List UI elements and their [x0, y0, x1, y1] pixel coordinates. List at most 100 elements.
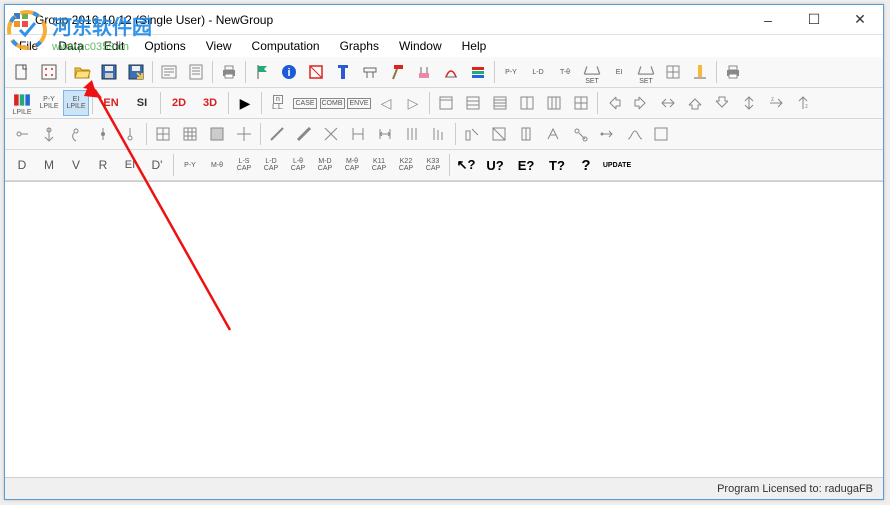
tool37-icon[interactable] [621, 121, 647, 147]
pile-icon[interactable] [330, 59, 356, 85]
new-group-icon[interactable] [36, 59, 62, 85]
md-cap-btn[interactable]: M-DCAP [312, 152, 338, 178]
flag-icon[interactable] [249, 59, 275, 85]
pt1-icon[interactable] [9, 121, 35, 147]
minimize-button[interactable]: – [745, 5, 791, 35]
dprime-btn[interactable]: D' [144, 152, 170, 178]
si-btn[interactable]: SI [127, 90, 157, 116]
arrow4-icon[interactable] [682, 90, 708, 116]
menu-graphs[interactable]: Graphs [332, 37, 387, 55]
arrow7-icon[interactable]: z [763, 90, 789, 116]
menu-data[interactable]: Data [50, 37, 91, 55]
pt5-icon[interactable] [117, 121, 143, 147]
title-icon[interactable] [156, 59, 182, 85]
k22-btn[interactable]: K22CAP [393, 152, 419, 178]
tool38-icon[interactable] [648, 121, 674, 147]
2d-btn[interactable]: 2D [164, 90, 194, 116]
tool33-icon[interactable] [513, 121, 539, 147]
info-icon[interactable]: i [276, 59, 302, 85]
uq-btn[interactable]: U? [480, 152, 510, 178]
q-btn[interactable]: ? [573, 152, 599, 178]
en-btn[interactable]: EN [96, 90, 126, 116]
view5-icon[interactable] [541, 90, 567, 116]
ltheta-cap-btn[interactable]: L-θCAP [285, 152, 311, 178]
nll-btn[interactable]: nL.L. [265, 90, 291, 116]
cap-icon[interactable] [357, 59, 383, 85]
dim2-icon[interactable] [372, 121, 398, 147]
ttheta-btn[interactable]: T-θ [552, 59, 578, 85]
eq-btn[interactable]: E? [511, 152, 541, 178]
tool35-icon[interactable] [567, 121, 593, 147]
maximize-button[interactable]: ☐ [791, 5, 837, 35]
ld-btn[interactable]: L-D [525, 59, 551, 85]
m-btn[interactable]: M [36, 152, 62, 178]
menu-help[interactable]: Help [454, 37, 495, 55]
tool31-icon[interactable] [459, 121, 485, 147]
prev-icon[interactable]: ◁ [373, 90, 399, 116]
py-btn[interactable]: P-Y [498, 59, 524, 85]
pile-mark-icon[interactable] [687, 59, 713, 85]
case-btn[interactable]: CASE [292, 90, 318, 116]
tool36-icon[interactable] [594, 121, 620, 147]
comb-btn[interactable]: COMB [319, 90, 345, 116]
open-icon[interactable] [69, 59, 95, 85]
tool17-icon[interactable] [438, 59, 464, 85]
menu-view[interactable]: View [198, 37, 240, 55]
arrow3-icon[interactable] [655, 90, 681, 116]
dim3-icon[interactable] [399, 121, 425, 147]
update-btn[interactable]: UPDATE [600, 152, 634, 178]
grid2-icon[interactable] [150, 121, 176, 147]
cross-icon[interactable] [231, 121, 257, 147]
run-icon[interactable]: ▶ [232, 90, 258, 116]
pt2-icon[interactable] [36, 121, 62, 147]
line1-icon[interactable] [264, 121, 290, 147]
tool16-icon[interactable] [411, 59, 437, 85]
3d-btn[interactable]: 3D [195, 90, 225, 116]
pt4-icon[interactable] [90, 121, 116, 147]
tool32-icon[interactable] [486, 121, 512, 147]
arrow2-icon[interactable] [628, 90, 654, 116]
k33-btn[interactable]: K33CAP [420, 152, 446, 178]
arrow6-icon[interactable] [736, 90, 762, 116]
ei2-btn[interactable]: EI [117, 152, 143, 178]
grid1-icon[interactable] [660, 59, 686, 85]
set1-btn[interactable]: SET [579, 59, 605, 85]
save-icon[interactable] [96, 59, 122, 85]
shade-icon[interactable] [204, 121, 230, 147]
line2-icon[interactable] [291, 121, 317, 147]
mtheta-cap-btn[interactable]: M-θCAP [339, 152, 365, 178]
mtheta-btn[interactable]: M-θ [204, 152, 230, 178]
k11-btn[interactable]: K11CAP [366, 152, 392, 178]
view4-icon[interactable] [514, 90, 540, 116]
ls-cap-btn[interactable]: L-SCAP [231, 152, 257, 178]
view6-icon[interactable] [568, 90, 594, 116]
dim4-icon[interactable] [426, 121, 452, 147]
dim1-icon[interactable] [345, 121, 371, 147]
enve-btn[interactable]: ENVE [346, 90, 372, 116]
py-lpile-btn[interactable]: P-YLPILE [36, 90, 62, 116]
arrow8-icon[interactable]: z [790, 90, 816, 116]
view1-icon[interactable] [433, 90, 459, 116]
close-button[interactable]: ✕ [837, 5, 883, 35]
cursor-q-btn[interactable]: ↖? [453, 152, 479, 178]
ld-cap-btn[interactable]: L-DCAP [258, 152, 284, 178]
arrow1-icon[interactable] [601, 90, 627, 116]
page-icon[interactable] [183, 59, 209, 85]
hammer-icon[interactable] [384, 59, 410, 85]
ei-lpile-btn[interactable]: EILPILE [63, 90, 89, 116]
menu-computation[interactable]: Computation [244, 37, 328, 55]
ei-btn[interactable]: EI [606, 59, 632, 85]
menu-window[interactable]: Window [391, 37, 450, 55]
menu-edit[interactable]: Edit [96, 37, 133, 55]
view3-icon[interactable] [487, 90, 513, 116]
grid3-icon[interactable] [177, 121, 203, 147]
print-icon[interactable] [216, 59, 242, 85]
saveas-icon[interactable] [123, 59, 149, 85]
pt3-icon[interactable] [63, 121, 89, 147]
next-icon[interactable]: ▷ [400, 90, 426, 116]
menu-file[interactable]: File [11, 37, 46, 55]
view2-icon[interactable] [460, 90, 486, 116]
layers-icon[interactable] [465, 59, 491, 85]
set2-btn[interactable]: SET [633, 59, 659, 85]
arrow5-icon[interactable] [709, 90, 735, 116]
